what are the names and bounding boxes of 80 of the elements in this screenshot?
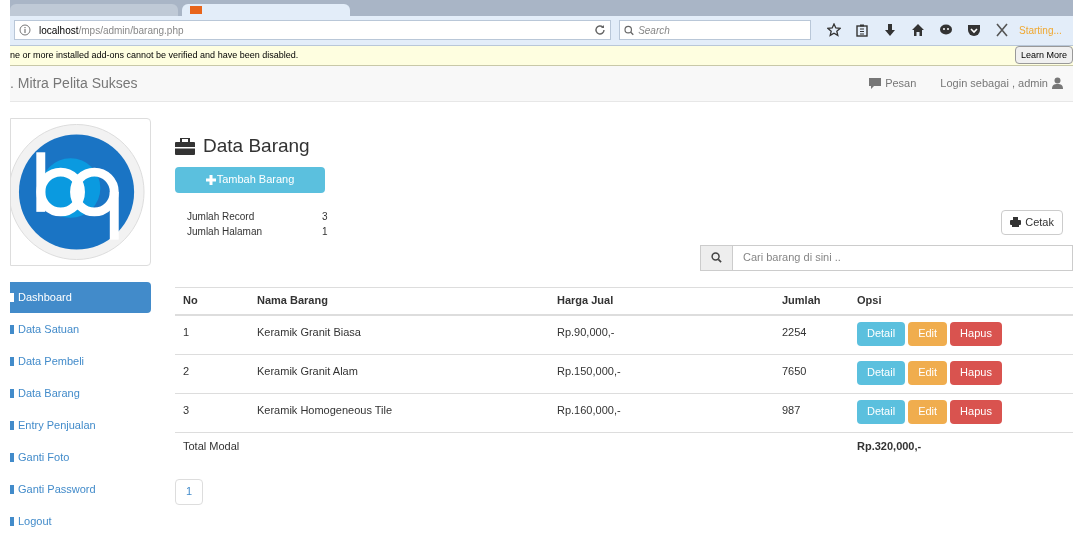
download-icon[interactable] <box>883 23 897 38</box>
column-header: No <box>183 293 199 309</box>
favicon-icon <box>190 5 202 14</box>
browser-search-input[interactable]: Search <box>638 22 806 38</box>
edit-button[interactable]: Edit <box>908 360 948 385</box>
item-search-input[interactable]: Cari barang di sini .. <box>733 245 1072 270</box>
briefcase-icon <box>175 137 195 155</box>
delete-button[interactable]: Hapus <box>950 360 1002 385</box>
address-bar[interactable]: localhost/mps/admin/barang.php <box>14 20 611 41</box>
add-item-button[interactable]: Tambah Barang <box>175 166 325 193</box>
clipboard-icon[interactable] <box>855 23 869 38</box>
total-label: Total Modal <box>183 439 241 455</box>
brand-text[interactable]: . Mitra Pelita Sukses <box>10 72 138 94</box>
tools-icon[interactable] <box>995 23 1009 38</box>
sidebar-item[interactable]: Data Pembeli <box>10 346 151 377</box>
sidebar-item[interactable]: Logout <box>10 506 151 537</box>
search-icon <box>711 252 722 263</box>
bullet-icon <box>10 357 14 366</box>
stat-value: 1 <box>322 224 328 239</box>
bullet-icon <box>10 485 14 494</box>
table-cell-text: Keramik Homogeneous Tile <box>257 402 394 418</box>
edit-button[interactable]: Edit <box>908 399 948 424</box>
column-header: Nama Barang <box>257 293 329 309</box>
page-title: Data Barang <box>203 134 310 158</box>
bullet-icon <box>10 517 14 526</box>
status-text: Starting... <box>1019 23 1062 38</box>
table-cell-text: 1 <box>183 324 191 340</box>
info-icon <box>19 24 31 37</box>
table-cell-text: Rp.90,000,- <box>557 324 616 340</box>
sidebar-item[interactable]: Entry Penjualan <box>10 410 151 441</box>
bullet-icon <box>10 293 14 302</box>
detail-button[interactable]: Detail <box>857 360 906 385</box>
bullet-icon <box>10 421 14 430</box>
total-value: Rp.320,000,- <box>857 439 923 455</box>
search-icon <box>624 24 635 36</box>
messages-link[interactable]: Pesan <box>869 75 917 92</box>
reload-icon[interactable] <box>594 24 606 37</box>
column-header: Harga Jual <box>557 293 615 309</box>
print-button[interactable]: Cetak <box>1001 209 1063 235</box>
bullet-icon <box>10 389 14 398</box>
notification-text: ne or more installed add-ons cannot be verified and have been disabled. <box>10 48 299 62</box>
printer-icon <box>1010 217 1022 227</box>
stat-value: 3 <box>322 209 328 224</box>
table-cell-text: 2254 <box>782 324 808 340</box>
sidebar-item[interactable]: Dashboard <box>10 282 151 313</box>
table-cell-text: 7650 <box>782 363 808 379</box>
column-header: Opsi <box>857 293 883 309</box>
stat-label: Jumlah Record <box>187 209 256 224</box>
table-cell-text: 2 <box>183 363 191 379</box>
detail-button[interactable]: Detail <box>857 321 906 346</box>
home-icon[interactable] <box>911 23 925 38</box>
table-cell-text: 3 <box>183 402 191 418</box>
table-cell-text: Rp.150,000,- <box>557 363 622 379</box>
delete-button[interactable]: Hapus <box>950 321 1002 346</box>
page-button[interactable]: 1 <box>175 478 203 505</box>
delete-button[interactable]: Hapus <box>950 399 1002 424</box>
edit-button[interactable]: Edit <box>908 321 948 346</box>
sidebar-item[interactable]: Data Satuan <box>10 314 151 345</box>
stat-label: Jumlah Halaman <box>187 224 264 239</box>
table-cell-text: Keramik Granit Biasa <box>257 324 362 340</box>
star-icon[interactable] <box>827 23 841 38</box>
sidebar-item[interactable]: Ganti Password <box>10 474 151 505</box>
table-cell-text: Rp.160,000,- <box>557 402 622 418</box>
column-header: Jumlah <box>782 293 822 309</box>
learn-more-button[interactable]: Learn More <box>1014 46 1073 65</box>
search-field[interactable]: Search <box>619 20 811 41</box>
plus-icon <box>205 174 216 185</box>
detail-button[interactable]: Detail <box>857 399 906 424</box>
item-search-field[interactable]: Cari barang di sini .. <box>700 244 1073 271</box>
url-text: localhost/mps/admin/barang.php <box>39 23 185 38</box>
user-icon <box>1052 77 1063 90</box>
login-link[interactable]: Login sebagai , admin <box>940 75 1063 92</box>
bullet-icon <box>10 325 14 334</box>
comment-icon <box>869 77 882 89</box>
sidebar-item[interactable]: Data Barang <box>10 378 151 409</box>
bullet-icon <box>10 453 14 462</box>
browser-tab[interactable] <box>182 3 350 16</box>
sidebar-item[interactable]: Ganti Foto <box>10 442 151 473</box>
table-cell-text: 987 <box>782 402 802 418</box>
table-cell-text: Keramik Granit Alam <box>257 363 359 379</box>
